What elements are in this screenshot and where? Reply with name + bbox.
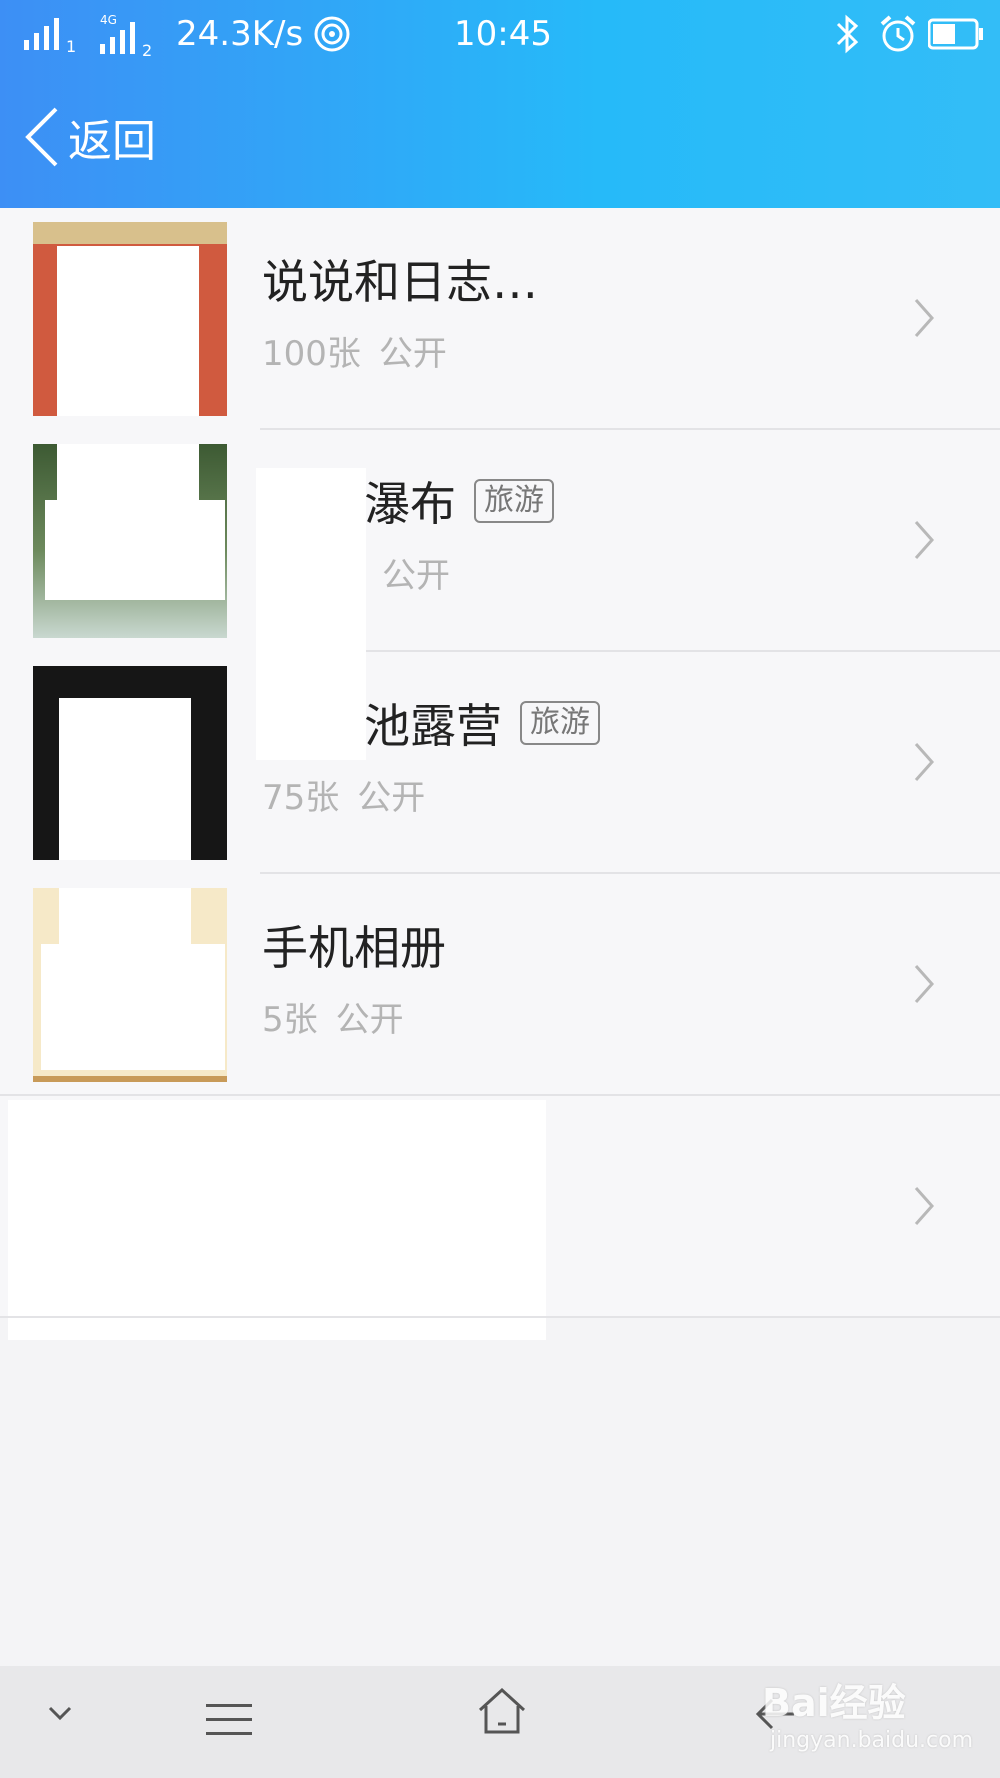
watermark-brand: Bai经验 [762,1681,906,1725]
album-title: 手机相册 [262,921,446,975]
app-header: 1 4G 2 24.3K/s 10:45 返回 [0,0,1000,208]
watermark-url: jingyan.baidu.com [770,1728,974,1753]
album-item-3[interactable]: 池露营 旅游 75张 公开 [0,652,1000,874]
photo-count: 5张 [262,1000,318,1040]
album-meta: 100张 公开 [262,326,447,375]
privacy-label: 公开 [357,778,426,818]
photo-count: 100张 [262,334,361,374]
album-title: 瀑布 [364,477,456,531]
album-title: 池露营 [364,699,502,753]
album-thumbnail [33,888,227,1082]
album-thumbnail [33,666,227,860]
row-divider [0,1316,1000,1318]
sim2-label: 2 [142,41,152,58]
wifi-icon [314,16,350,52]
privacy-label: 公开 [382,556,450,596]
photo-count: 75张 [262,778,340,818]
privacy-label: 公开 [378,334,447,374]
redacted-block [256,468,366,760]
chevron-left-icon [25,107,58,167]
album-title: 说说和日志… [262,255,538,309]
album-thumbnail [33,444,227,638]
album-meta: 75张 公开 [262,770,425,819]
chevron-right-icon [914,1187,935,1225]
sim1-label: 1 [66,37,76,54]
album-tag: 旅游 [474,479,554,523]
bluetooth-icon [836,14,859,54]
nav-bar: 返回 [0,95,1000,185]
chevron-right-icon [914,521,935,559]
album-item-1[interactable]: 说说和日志… 100张 公开 [0,208,1000,430]
album-list: 说说和日志… 100张 公开 瀑布 旅游 公开 池露营 旅游 75张 公开 手机… [0,208,1000,1340]
alarm-icon [880,15,916,52]
network-speed: 24.3K/s [176,14,304,54]
status-bar: 1 4G 2 24.3K/s 10:45 [0,0,1000,72]
back-label: 返回 [68,116,156,167]
chevron-down-icon[interactable] [46,1704,74,1724]
home-icon[interactable] [478,1688,526,1736]
album-item-4[interactable]: 手机相册 5张 公开 [0,874,1000,1096]
back-button[interactable]: 返回 [22,105,156,169]
signal-4g-icon: 4G 2 [100,14,152,58]
album-thumbnail [33,222,227,416]
chevron-right-icon [914,743,935,781]
chevron-right-icon [914,299,935,337]
album-item-5[interactable] [0,1096,1000,1340]
network-type: 4G [100,14,117,27]
clock: 10:45 [454,14,552,54]
privacy-label: 公开 [335,1000,404,1040]
battery-icon [928,18,983,50]
chevron-right-icon [914,965,935,1003]
redacted-block [8,1100,546,1340]
menu-icon[interactable] [206,1702,252,1738]
album-meta: 5张 公开 [262,992,404,1041]
album-item-2[interactable]: 瀑布 旅游 公开 [0,430,1000,652]
signal-icon: 1 [24,18,76,54]
album-tag: 旅游 [520,701,600,745]
